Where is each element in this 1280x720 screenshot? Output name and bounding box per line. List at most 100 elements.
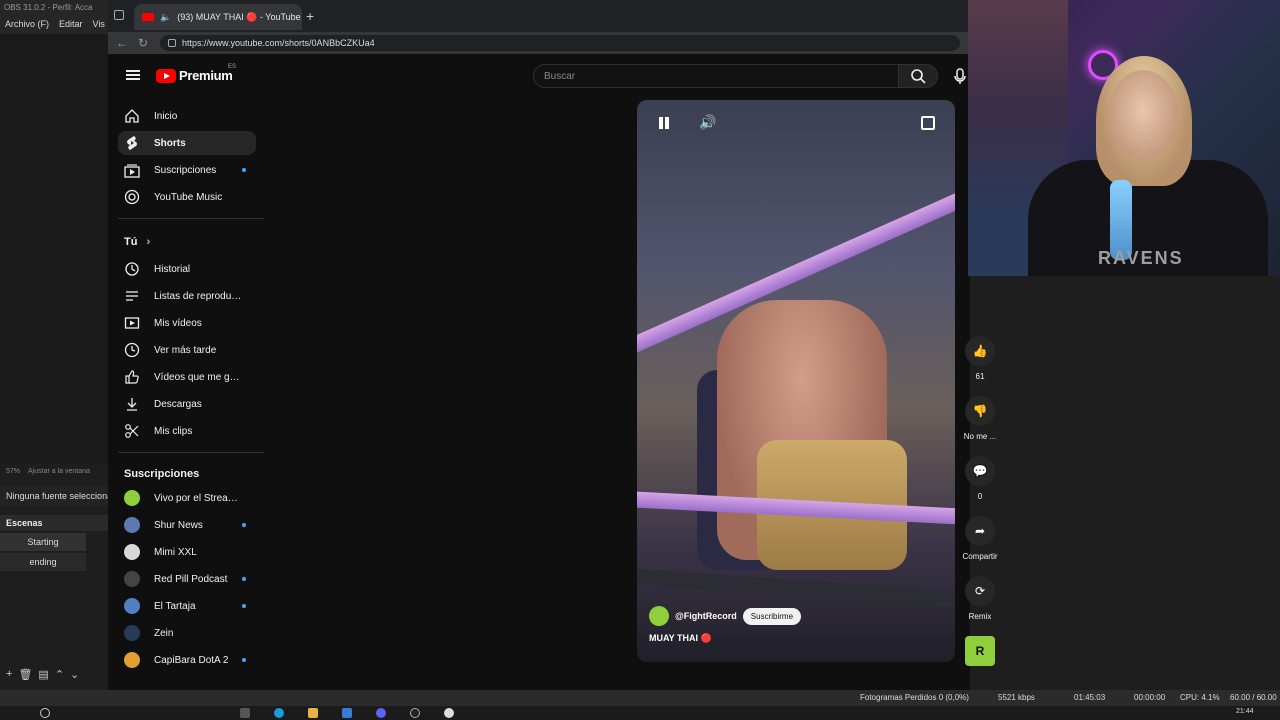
obs-zoom-row: 57% Ajustar a la ventana — [0, 466, 108, 480]
obs-menu-view[interactable]: Vis — [93, 19, 105, 29]
like-button[interactable]: 👍 61 — [952, 336, 1008, 381]
new-content-dot — [242, 658, 246, 662]
youtube-logo[interactable]: Premium ES — [156, 64, 236, 83]
down-arrow-icon[interactable]: ⌄ — [70, 668, 79, 682]
url-text: https://www.youtube.com/shorts/0ANBbCZKU… — [182, 38, 375, 48]
reload-icon[interactable]: ↻ — [138, 36, 148, 50]
share-icon: ➦ — [965, 516, 995, 546]
sidebar-sub-capibara-dota2[interactable]: CapiBara DotA 2 — [118, 648, 256, 672]
cpu-usage: CPU: 4.1% — [1180, 693, 1220, 702]
obs-no-source-label: Ninguna fuente seleccionada — [0, 486, 108, 506]
folder-icon[interactable] — [308, 708, 318, 718]
sidebar-item-suscripciones[interactable]: Suscripciones — [118, 158, 256, 182]
sidebar-item-historial[interactable]: Historial — [118, 257, 256, 281]
new-content-dot — [242, 604, 246, 608]
microphone-button[interactable] — [950, 66, 970, 86]
shirt-text: RAVENS — [1098, 248, 1184, 268]
sidebar-item-youtube-music[interactable]: YouTube Music — [118, 185, 256, 209]
app-icon[interactable] — [444, 708, 454, 718]
sidebar-item-ver-mas-tarde[interactable]: Ver más tarde — [118, 338, 256, 362]
shorts-icon — [127, 136, 137, 150]
sidebar-item-liked-videos[interactable]: Vídeos que me gus... — [118, 365, 256, 389]
subscribe-button[interactable]: Suscribirme — [742, 607, 802, 625]
obs-title: OBS 31.0.2 - Perfil: Acca — [0, 0, 110, 14]
obs-scenes-header: Escenas — [0, 515, 108, 531]
store-icon[interactable] — [342, 708, 352, 718]
obs-scene-toolbar: + 🗑 ▤ ⌃ ⌄ — [0, 666, 108, 684]
channel-avatar[interactable] — [649, 606, 669, 626]
new-tab-icon[interactable]: + — [306, 8, 314, 24]
search-button[interactable] — [898, 64, 938, 88]
pause-icon[interactable] — [657, 116, 671, 130]
sidebar-item-mis-clips[interactable]: Mis clips — [118, 419, 256, 443]
dislike-button[interactable]: 👎 No me ... — [952, 396, 1008, 441]
shorts-video-player[interactable]: 🔊 @FightRecord Suscribirme MUAY THAI 🔴 — [637, 100, 955, 662]
sidebar-item-inicio[interactable]: Inicio — [118, 104, 256, 128]
tab-actions-icon[interactable] — [114, 10, 124, 20]
url-field[interactable]: https://www.youtube.com/shorts/0ANBbCZKU… — [160, 35, 960, 51]
music-icon — [124, 189, 140, 205]
bitrate: 5521 kbps — [998, 693, 1035, 702]
browser-icon[interactable] — [274, 708, 284, 718]
fullscreen-icon[interactable] — [921, 116, 935, 130]
menu-icon[interactable] — [126, 70, 140, 80]
remix-button[interactable]: ⟳ Remix — [952, 576, 1008, 621]
obs-scene-starting[interactable]: Starting — [0, 533, 86, 551]
channel-name[interactable]: @FightRecord — [675, 611, 737, 621]
microphone-icon — [954, 68, 966, 84]
thumb-up-icon: 👍 — [965, 336, 995, 366]
new-content-dot — [242, 577, 246, 581]
new-content-dot — [242, 523, 246, 527]
filter-icon[interactable]: ▤ — [38, 668, 48, 682]
screen: OBS 31.0.2 - Perfil: Acca Archivo (F) Ed… — [0, 0, 1280, 720]
speaker-icon[interactable]: 🔈 — [160, 12, 171, 23]
sidebar-item-playlists[interactable]: Listas de reproducc... — [118, 284, 256, 308]
browser-window: 🔈 (93) MUAY THAI 🔴 - YouTube ✕ + ← ↻ htt… — [108, 0, 998, 690]
channel-row: @FightRecord Suscribirme — [649, 606, 802, 626]
sidebar-sub-mimi-xxl[interactable]: Mimi XXL — [118, 540, 256, 564]
obs-icon[interactable] — [410, 708, 420, 718]
youtube-favicon-icon — [142, 13, 154, 21]
obs-zoom-label[interactable]: Ajustar a la ventana — [28, 468, 90, 478]
comments-button[interactable]: 💬 0 — [952, 456, 1008, 501]
history-icon — [125, 262, 139, 276]
tab-bar: 🔈 (93) MUAY THAI 🔴 - YouTube ✕ + — [108, 0, 970, 32]
sound-thumbnail[interactable]: R — [952, 636, 1008, 666]
sidebar-sub-el-tartaja[interactable]: El Tartaja — [118, 594, 256, 618]
search-input[interactable]: Buscar — [533, 64, 899, 88]
sidebar-sub-zein[interactable]: Zein — [118, 621, 256, 645]
home-icon — [125, 109, 139, 123]
thumb-up-icon — [125, 370, 139, 384]
obs-menu-edit[interactable]: Editar — [59, 19, 83, 29]
sidebar-item-mis-videos[interactable]: Mis vídeos — [118, 311, 256, 335]
back-icon[interactable]: ← — [116, 36, 128, 50]
tab-youtube[interactable]: 🔈 (93) MUAY THAI 🔴 - YouTube ✕ — [134, 4, 302, 30]
avatar — [124, 652, 140, 668]
discord-icon[interactable] — [376, 708, 386, 718]
obs-menu-bar: Archivo (F) Editar Vis — [0, 14, 110, 34]
add-icon[interactable]: + — [6, 668, 12, 682]
you-section-heading[interactable]: Tú › — [124, 236, 150, 248]
sidebar-sub-shur-news[interactable]: Shur News — [118, 513, 256, 537]
up-arrow-icon[interactable]: ⌃ — [55, 668, 64, 682]
trash-icon[interactable]: 🗑 — [18, 668, 32, 682]
streamer-face — [1108, 70, 1178, 160]
obs-status-bar: Fotogramas Perdidos 0 (0,0%) 5521 kbps 0… — [0, 690, 1280, 706]
volume-icon[interactable]: 🔊 — [699, 114, 716, 131]
search-icon[interactable] — [40, 708, 50, 718]
sidebar-item-shorts[interactable]: Shorts — [118, 131, 256, 155]
sidebar-item-descargas[interactable]: Descargas — [118, 392, 256, 416]
site-info-icon[interactable] — [168, 39, 176, 47]
search-icon — [911, 69, 926, 84]
task-view-icon[interactable] — [240, 708, 250, 718]
scissors-icon — [125, 424, 139, 438]
remix-icon: ⟳ — [965, 576, 995, 606]
sidebar-sub-red-pill-podcast[interactable]: Red Pill Podcast — [118, 567, 256, 591]
share-button[interactable]: ➦ Compartir — [952, 516, 1008, 561]
obs-scene-ending[interactable]: ending — [0, 553, 86, 571]
comment-icon: 💬 — [965, 456, 995, 486]
obs-menu-file[interactable]: Archivo (F) — [5, 19, 49, 29]
taskbar: 21:44 — [0, 706, 1280, 720]
chevron-right-icon: › — [146, 236, 151, 248]
sidebar-sub-vivo-por-el-streaming[interactable]: Vivo por el Streami... — [118, 486, 256, 510]
